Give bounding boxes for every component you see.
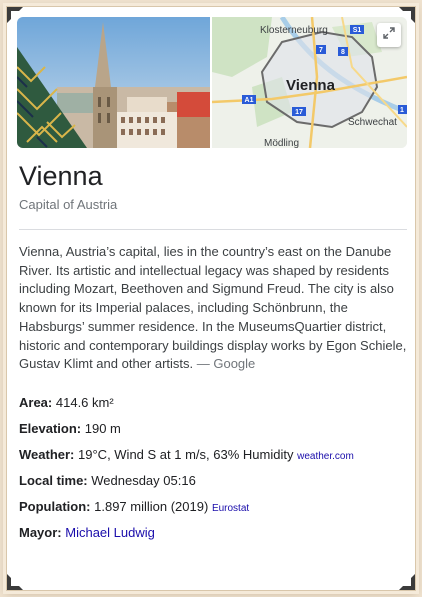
fact-value: 414.6 km² (55, 395, 114, 410)
map-shield-1: 1 (400, 107, 404, 114)
description-text: Vienna, Austria’s capital, lies in the c… (19, 244, 407, 372)
place-title: Vienna (19, 161, 103, 191)
fact-area: Area: 414.6 km² (19, 395, 407, 421)
fact-elevation: Elevation: 190 m (19, 421, 407, 447)
population-source-link[interactable]: Eurostat (212, 503, 249, 514)
fact-value: 190 m (84, 421, 121, 436)
fact-value: 1.897 million (2019) (94, 499, 209, 514)
fact-weather: Weather: 19°C, Wind S at 1 m/s, 63% Humi… (19, 447, 407, 473)
vienna-map[interactable]: S1 7 8 A1 17 1 Klosterneuburg Vienna Sch… (212, 17, 407, 148)
fact-label[interactable]: Elevation: (19, 421, 81, 436)
map-shield-17: 17 (295, 109, 303, 116)
fact-value: Wednesday 05:16 (91, 473, 196, 488)
fact-local-time: Local time: Wednesday 05:16 (19, 473, 407, 499)
fact-label[interactable]: Local time: (19, 473, 88, 488)
expand-map-button[interactable] (377, 23, 401, 47)
vienna-photo[interactable] (17, 17, 210, 148)
fact-population: Population: 1.897 million (2019) Eurosta… (19, 499, 407, 525)
fact-label[interactable]: Weather: (19, 447, 74, 462)
place-description: Vienna, Austria’s capital, lies in the c… (19, 243, 407, 374)
weather-source-link[interactable]: weather.com (297, 451, 354, 462)
fact-label[interactable]: Population: (19, 499, 91, 514)
map-shield-a1: A1 (245, 97, 254, 104)
map-shield-7: 7 (319, 47, 323, 54)
map-label-modling: Mödling (264, 138, 299, 148)
place-subtitle: Capital of Austria (19, 197, 118, 212)
image-strip: S1 7 8 A1 17 1 Klosterneuburg Vienna Sch… (17, 17, 407, 148)
map-label-schwechat: Schwechat (348, 117, 397, 128)
corner-ornament-icon (399, 574, 415, 590)
fact-mayor: Mayor: Michael Ludwig (19, 525, 407, 551)
mayor-link[interactable]: Michael Ludwig (65, 525, 155, 540)
fact-label[interactable]: Mayor: (19, 525, 62, 540)
description-source[interactable]: — Google (197, 356, 256, 371)
facts-list: Area: 414.6 km² Elevation: 190 m Weather… (19, 395, 407, 551)
map-shield-8: 8 (341, 49, 345, 56)
corner-ornament-icon (7, 574, 23, 590)
fact-value: 19°C, Wind S at 1 m/s, 63% Humidity (78, 447, 294, 462)
knowledge-panel: S1 7 8 A1 17 1 Klosterneuburg Vienna Sch… (6, 6, 416, 591)
map-shield-s1: S1 (353, 27, 362, 34)
expand-icon (383, 26, 395, 44)
fact-label[interactable]: Area: (19, 395, 52, 410)
divider (19, 229, 407, 230)
map-label-vienna: Vienna (286, 77, 336, 94)
map-label-klosterneuburg: Klosterneuburg (260, 25, 328, 36)
